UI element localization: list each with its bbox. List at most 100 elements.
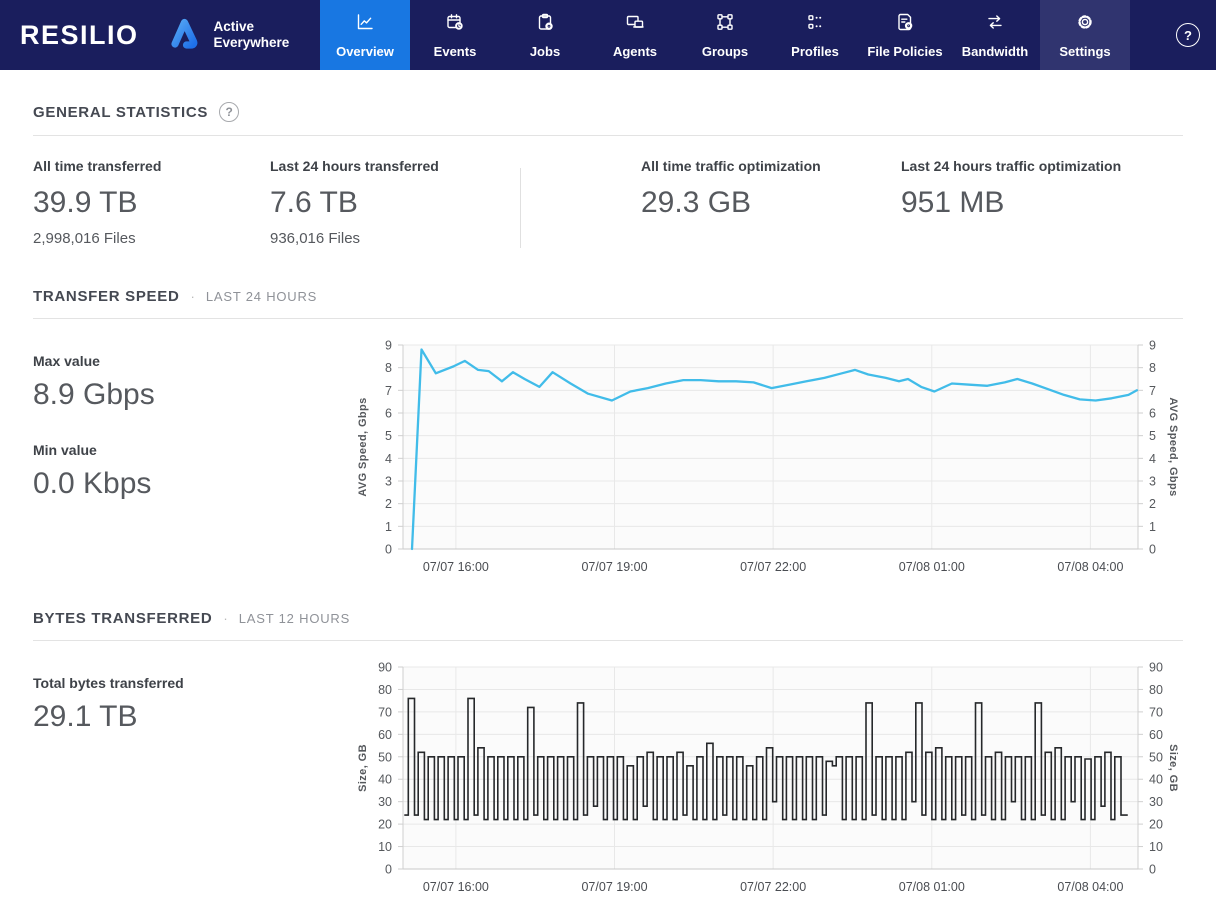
svg-text:8: 8 xyxy=(1149,361,1156,375)
svg-text:1: 1 xyxy=(385,520,392,534)
tab-jobs[interactable]: Jobs xyxy=(500,0,590,70)
resilio-wordmark: RESILIO xyxy=(20,19,139,50)
file-gear-icon xyxy=(895,12,915,37)
transfer-speed-section: Max value 8.9 Gbps Min value 0.0 Kbps 0 0… xyxy=(33,335,1183,586)
bytes-transferred-chart-wrap: 0 0 10 10 20 20 30 30 40 40 50 50 60 60 70 70 80 80 90 90 07… xyxy=(353,657,1183,908)
svg-text:AVG Speed, Gbps: AVG Speed, Gbps xyxy=(1167,397,1179,496)
list-dots-icon xyxy=(805,12,825,37)
svg-text:07/07 16:00: 07/07 16:00 xyxy=(423,880,489,894)
svg-text:0: 0 xyxy=(385,863,392,877)
svg-text:70: 70 xyxy=(378,705,392,719)
transfer-speed-header: TRANSFER SPEED · LAST 24 HOURS xyxy=(33,288,1183,319)
svg-text:6: 6 xyxy=(385,407,392,421)
tab-bandwidth[interactable]: Bandwidth xyxy=(950,0,1040,70)
svg-text:60: 60 xyxy=(1149,728,1163,742)
tab-profiles[interactable]: Profiles xyxy=(770,0,860,70)
svg-text:07/08 01:00: 07/08 01:00 xyxy=(899,880,965,894)
svg-text:70: 70 xyxy=(1149,705,1163,719)
svg-text:4: 4 xyxy=(1149,452,1156,466)
help-button[interactable]: ? xyxy=(1176,23,1200,47)
gear-icon xyxy=(1075,12,1095,37)
svg-text:8: 8 xyxy=(385,361,392,375)
svg-text:2: 2 xyxy=(1149,497,1156,511)
calendar-clock-icon xyxy=(445,12,465,37)
bytes-transferred-section: Total bytes transferred 29.1 TB 0 0 10 10 20… xyxy=(33,657,1183,908)
svg-text:07/08 04:00: 07/08 04:00 xyxy=(1057,880,1123,894)
svg-text:10: 10 xyxy=(378,840,392,854)
transfer-speed-period: LAST 24 HOURS xyxy=(205,289,318,304)
tab-groups[interactable]: Groups xyxy=(680,0,770,70)
svg-text:07/07 22:00: 07/07 22:00 xyxy=(740,560,806,574)
svg-text:07/07 19:00: 07/07 19:00 xyxy=(581,560,647,574)
active-everywhere-logo-icon xyxy=(169,15,205,56)
transfer-speed-title: TRANSFER SPEED xyxy=(33,288,180,305)
max-value-metric: Max value 8.9 Gbps xyxy=(33,353,155,411)
svg-text:50: 50 xyxy=(1149,750,1163,764)
bytes-transferred-title: BYTES TRANSFERRED xyxy=(33,610,213,627)
svg-text:90: 90 xyxy=(1149,661,1163,675)
tab-label: Settings xyxy=(1059,43,1111,59)
tab-overview[interactable]: Overview xyxy=(320,0,410,70)
general-statistics-header: GENERAL STATISTICS ? xyxy=(33,102,1183,136)
svg-text:0: 0 xyxy=(385,543,392,557)
tab-events[interactable]: Events xyxy=(410,0,500,70)
svg-text:07/07 22:00: 07/07 22:00 xyxy=(740,880,806,894)
bytes-transferred-chart: 0 0 10 10 20 20 30 30 40 40 50 50 60 60 70 70 80 80 90 90 07… xyxy=(357,661,1179,895)
svg-text:30: 30 xyxy=(1149,795,1163,809)
svg-text:30: 30 xyxy=(378,795,392,809)
svg-text:07/07 19:00: 07/07 19:00 xyxy=(581,880,647,894)
bytes-transferred-period: LAST 12 HOURS xyxy=(238,611,351,626)
svg-text:2: 2 xyxy=(385,497,392,511)
general-statistics-title: GENERAL STATISTICS xyxy=(33,103,209,121)
tab-label: Agents xyxy=(612,43,658,59)
svg-text:5: 5 xyxy=(1149,429,1156,443)
tab-file-policies[interactable]: File Policies xyxy=(860,0,950,70)
devices-icon xyxy=(625,12,645,37)
transfer-speed-chart-wrap: 0 0 1 1 2 2 3 3 4 4 5 5 6 6 7 7 8 8 9 9 07/07 16:00 07/07 19:… xyxy=(353,335,1183,586)
tab-label: Profiles xyxy=(791,43,839,59)
header-dot: · xyxy=(190,289,195,304)
svg-text:7: 7 xyxy=(1149,384,1156,398)
svg-text:40: 40 xyxy=(1149,773,1163,787)
tab-label: Events xyxy=(433,43,477,59)
tab-agents[interactable]: Agents xyxy=(590,0,680,70)
svg-text:07/07 16:00: 07/07 16:00 xyxy=(423,560,489,574)
svg-text:Size, GB: Size, GB xyxy=(357,744,369,792)
tab-label: Overview xyxy=(336,43,394,59)
chart-line-icon xyxy=(355,12,375,37)
transfer-speed-metrics: Max value 8.9 Gbps Min value 0.0 Kbps xyxy=(33,335,353,586)
svg-text:0: 0 xyxy=(1149,863,1156,877)
top-navbar: RESILIO Active Everywhere Overview Events… xyxy=(0,0,1216,70)
stat-all-time-transferred: All time transferred 39.9 TB 2,998,016 F… xyxy=(33,158,162,247)
svg-text:60: 60 xyxy=(378,728,392,742)
svg-text:4: 4 xyxy=(385,452,392,466)
help-circle-icon[interactable]: ? xyxy=(219,102,240,122)
svg-text:40: 40 xyxy=(378,773,392,787)
main-content: GENERAL STATISTICS ? All time transferre… xyxy=(0,102,1216,908)
bytes-transferred-header: BYTES TRANSFERRED · LAST 12 HOURS xyxy=(33,610,1183,641)
svg-text:07/08 04:00: 07/08 04:00 xyxy=(1057,560,1123,574)
tab-label: Jobs xyxy=(529,43,561,59)
nodes-icon xyxy=(715,12,735,37)
clipboard-gear-icon xyxy=(535,12,555,37)
general-statistics-row: All time transferred 39.9 TB 2,998,016 F… xyxy=(33,158,1183,248)
stat-last-24h-optimization: Last 24 hours traffic optimization 951 M… xyxy=(901,158,1122,219)
transfer-speed-chart: 0 0 1 1 2 2 3 3 4 4 5 5 6 6 7 7 8 8 9 9 07/07 16:00 07/07 19:… xyxy=(357,339,1179,575)
svg-text:6: 6 xyxy=(1149,407,1156,421)
stat-all-time-optimization: All time traffic optimization 29.3 GB xyxy=(641,158,821,219)
svg-text:80: 80 xyxy=(1149,683,1163,697)
nav-tabs: Overview Events Jobs Agents Groups Profiles Fi… xyxy=(320,0,1130,70)
brand-zone: RESILIO Active Everywhere xyxy=(0,0,320,70)
svg-text:5: 5 xyxy=(385,429,392,443)
svg-text:20: 20 xyxy=(1149,818,1163,832)
tab-label: File Policies xyxy=(867,43,943,59)
tab-settings[interactable]: Settings xyxy=(1040,0,1130,70)
svg-text:20: 20 xyxy=(378,818,392,832)
active-everywhere-logo: Active Everywhere xyxy=(169,15,290,56)
svg-text:50: 50 xyxy=(378,750,392,764)
svg-text:AVG Speed, Gbps: AVG Speed, Gbps xyxy=(357,397,369,496)
total-bytes-metric: Total bytes transferred 29.1 TB xyxy=(33,675,184,733)
svg-text:07/08 01:00: 07/08 01:00 xyxy=(899,560,965,574)
active-everywhere-label: Active Everywhere xyxy=(213,18,290,50)
